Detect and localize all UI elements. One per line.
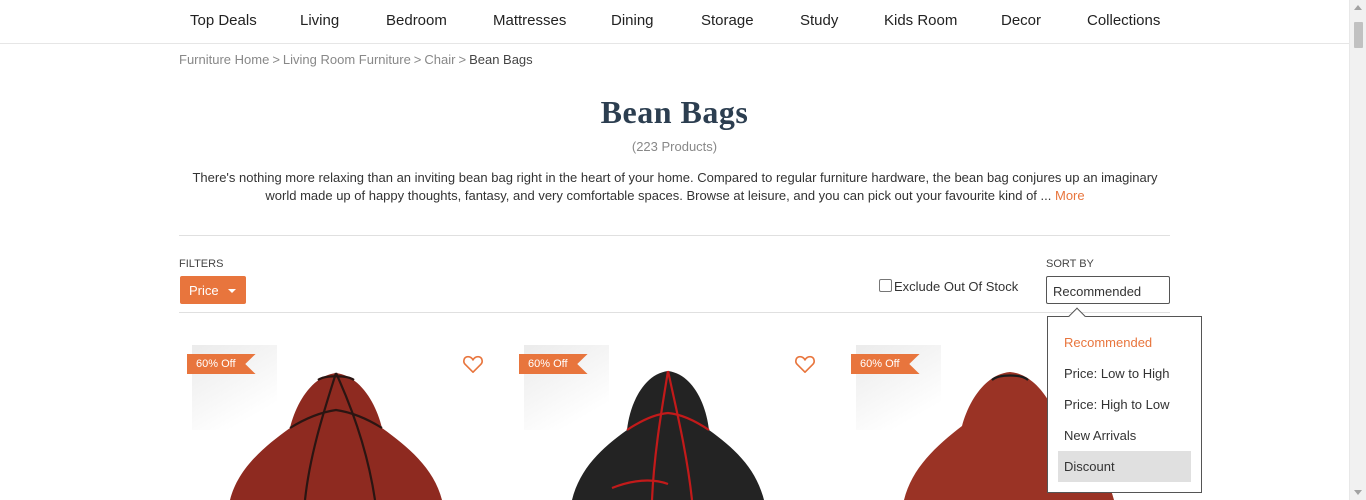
nav-item-top-deals[interactable]: Top Deals [190, 12, 257, 29]
breadcrumb-living-room-furniture[interactable]: Living Room Furniture [283, 52, 411, 67]
breadcrumb-separator: > [272, 52, 280, 67]
sort-option-new-arrivals[interactable]: New Arrivals [1058, 420, 1191, 451]
sort-dropdown-menu: Recommended Price: Low to High Price: Hi… [1047, 307, 1202, 493]
sort-option-price-low-high[interactable]: Price: Low to High [1058, 358, 1191, 389]
scroll-up-arrow-icon[interactable] [1354, 5, 1362, 10]
filters-label: FILTERS [179, 258, 224, 270]
nav-item-decor[interactable]: Decor [1001, 12, 1041, 29]
product-card[interactable]: 60% Off [512, 330, 822, 500]
bean-bag-body [230, 373, 442, 500]
more-link[interactable]: More [1055, 188, 1085, 203]
nav-item-living[interactable]: Living [300, 12, 339, 29]
sort-option-discount[interactable]: Discount [1058, 451, 1191, 482]
product-image[interactable] [542, 368, 792, 500]
price-filter-button[interactable]: Price [180, 276, 246, 304]
breadcrumb: Furniture Home > Living Room Furniture > Cha… [179, 52, 533, 67]
exclude-out-of-stock-label: Exclude Out Of Stock [894, 279, 1019, 294]
breadcrumb-chair[interactable]: Chair [424, 52, 455, 67]
nav-item-mattresses[interactable]: Mattresses [493, 12, 566, 29]
product-image[interactable] [210, 368, 460, 500]
category-description: There's nothing more relaxing than an in… [190, 169, 1160, 205]
divider [179, 235, 1170, 236]
heart-outline-icon[interactable] [794, 354, 816, 374]
nav-item-collections[interactable]: Collections [1087, 12, 1160, 29]
exclude-out-of-stock-checkbox[interactable] [879, 279, 892, 292]
heart-outline-icon[interactable] [462, 354, 484, 374]
exclude-out-of-stock[interactable]: Exclude Out Of Stock [879, 279, 1018, 294]
vertical-scrollbar[interactable] [1349, 0, 1366, 500]
breadcrumb-current: Bean Bags [469, 52, 533, 67]
sort-by-label: SORT BY [1046, 258, 1094, 270]
sort-option-price-high-low[interactable]: Price: High to Low [1058, 389, 1191, 420]
divider [179, 312, 1170, 313]
scrollbar-thumb[interactable] [1354, 22, 1363, 48]
price-filter-label: Price [189, 283, 219, 298]
nav-item-storage[interactable]: Storage [701, 12, 754, 29]
caret-down-icon [228, 289, 236, 293]
breadcrumb-separator: > [413, 52, 422, 67]
breadcrumb-separator: > [458, 52, 467, 67]
bean-bag-body [572, 371, 764, 500]
nav-item-dining[interactable]: Dining [611, 12, 654, 29]
description-text: There's nothing more relaxing than an in… [192, 170, 1158, 203]
nav-item-bedroom[interactable]: Bedroom [386, 12, 447, 29]
product-count: (223 Products) [631, 139, 718, 154]
top-navigation: Top Deals Living Bedroom Mattresses Dini… [0, 0, 1349, 44]
sort-option-recommended[interactable]: Recommended [1058, 327, 1191, 358]
dropdown-notch [1068, 307, 1086, 325]
nav-item-study[interactable]: Study [800, 12, 838, 29]
sort-select[interactable]: Recommended [1046, 276, 1170, 304]
breadcrumb-furniture-home[interactable]: Furniture Home [179, 52, 269, 67]
product-card[interactable]: 60% Off [180, 330, 490, 500]
nav-item-kids-room[interactable]: Kids Room [884, 12, 957, 29]
page-title: Bean Bags [600, 94, 749, 130]
scroll-down-arrow-icon[interactable] [1354, 490, 1362, 495]
